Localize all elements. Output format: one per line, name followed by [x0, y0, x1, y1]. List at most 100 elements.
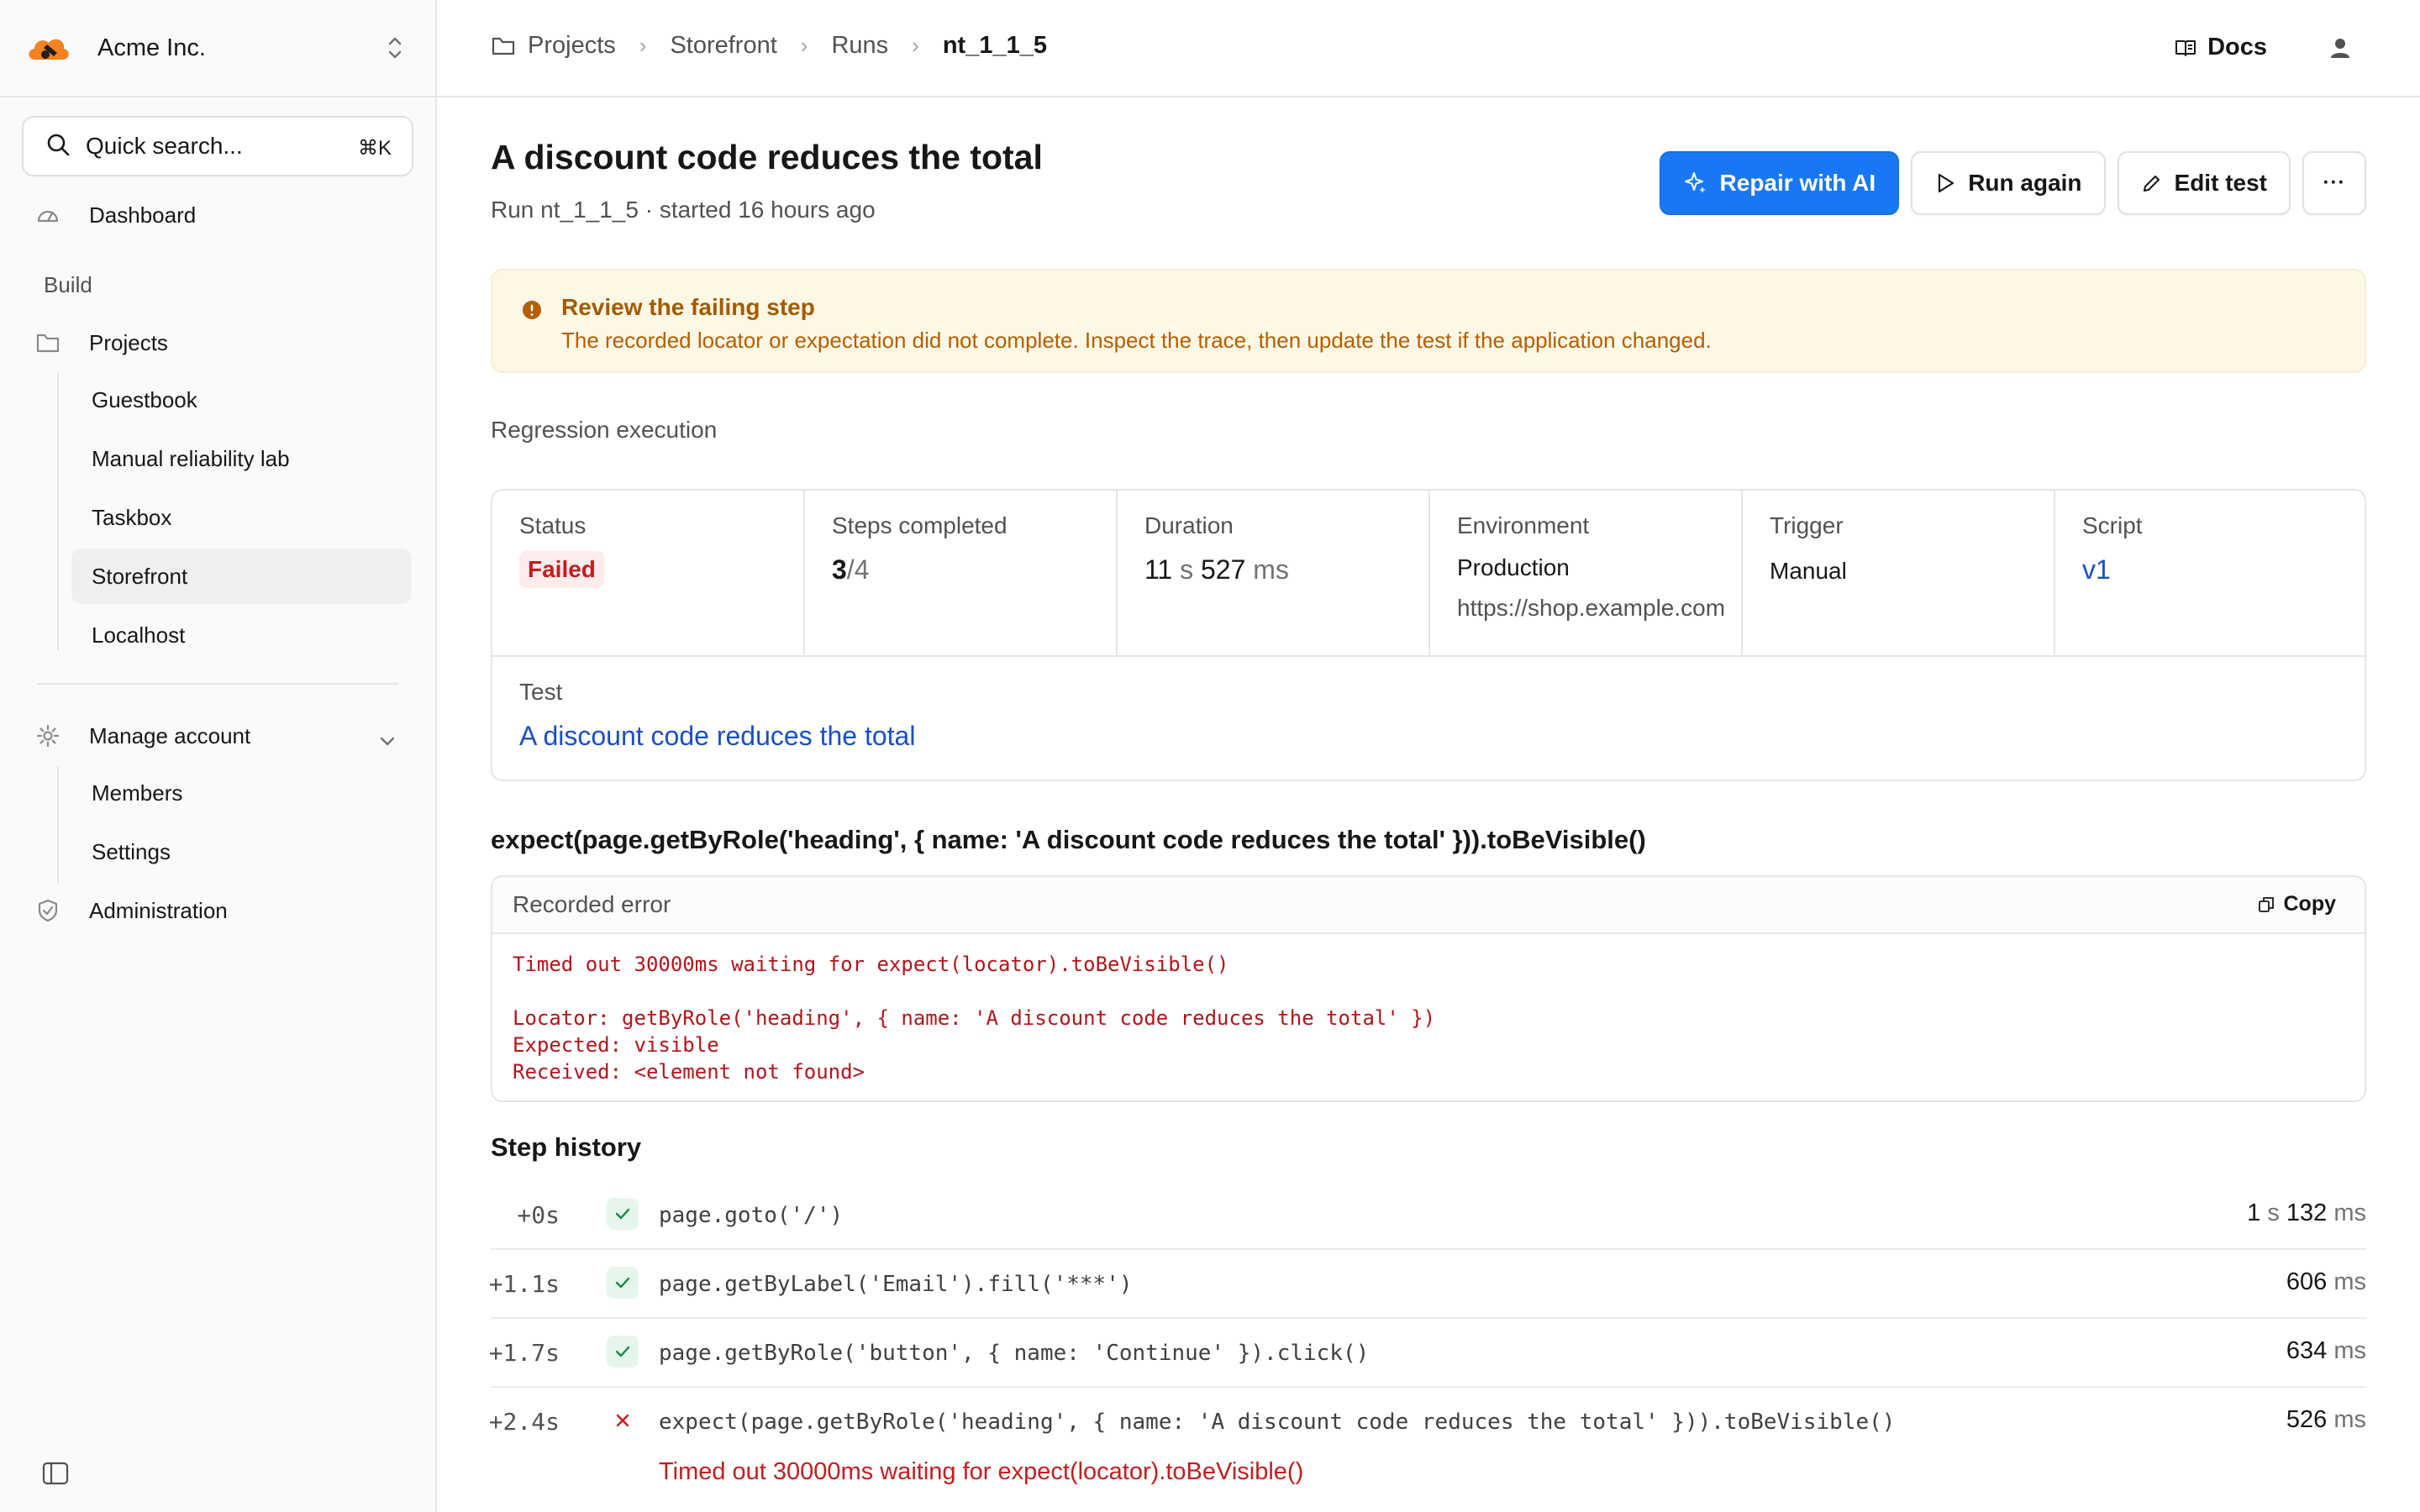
step-history-title: Step history [491, 1132, 642, 1162]
repair-label: Repair with AI [1719, 170, 1876, 196]
run-again-label: Run again [1968, 170, 2082, 196]
recorded-error-text: Timed out 30000ms waiting for expect(loc… [513, 953, 1436, 1084]
chevron-down-icon [378, 727, 397, 753]
step-code: page.getByRole('button', { name: 'Contin… [659, 1341, 1370, 1366]
breadcrumb-projects[interactable]: Projects [528, 32, 616, 60]
sidebar-item-localhost[interactable]: Localhost [71, 607, 412, 663]
alert-body: The recorded locator or expectation did … [561, 328, 1712, 353]
more-options-button[interactable]: ··· [2302, 151, 2366, 215]
section-label: Regression execution [491, 417, 718, 443]
recorded-error-panel: Recorded error Copy Timed out 30000ms wa… [491, 875, 2366, 1102]
status-label: Status [519, 512, 587, 538]
sidebar-item-administration[interactable]: Administration [35, 885, 228, 936]
sidebar-toggle-icon[interactable] [42, 1462, 69, 1489]
quick-search[interactable]: Quick search... ⌘K [22, 116, 413, 176]
step-row[interactable]: +1.7s page.getByRole('button', { name: '… [488, 1319, 2366, 1388]
step-row[interactable]: +0s page.goto('/') 1 s 132 ms [491, 1181, 2366, 1250]
step-duration-ms-unit: ms [2327, 1200, 2366, 1226]
sidebar-item-manual-reliability-lab[interactable]: Manual reliability lab [71, 431, 412, 486]
sidebar-item-guestbook[interactable]: Guestbook [71, 372, 412, 428]
book-icon [2174, 38, 2197, 58]
search-shortcut: ⌘K [357, 137, 392, 160]
summary-environment: Environment Production https://shop.exam… [1430, 491, 1743, 655]
gear-icon [35, 723, 60, 748]
step-offset: +2.4s [488, 1408, 560, 1436]
gauge-icon [35, 202, 60, 228]
run-again-button[interactable]: Run again [1911, 151, 2106, 215]
step-offset: +1.7s [488, 1339, 560, 1367]
recorded-error-header: Recorded error Copy [492, 877, 2365, 934]
step-code: expect(page.getByRole('heading', { name:… [659, 1410, 1896, 1435]
acme-logo-icon [25, 33, 72, 63]
sidebar: Acme Inc. Quick search... ⌘K Dashboard B… [0, 0, 437, 1512]
run-summary: Status Failed Steps completed 3/4 Durati… [491, 489, 2366, 781]
action-bar: Repair with AI Run again Edit test ··· [1659, 151, 2366, 215]
chevron-right-icon: › [800, 33, 808, 58]
step-code: page.goto('/') [659, 1203, 844, 1228]
step-duration-ms-unit: ms [2327, 1337, 2366, 1364]
script-version-link[interactable]: v1 [2082, 554, 2365, 585]
chevron-right-icon: › [912, 33, 919, 58]
sidebar-divider [37, 683, 398, 685]
sidebar-item-storefront[interactable]: Storefront [71, 549, 412, 604]
org-name: Acme Inc. [97, 34, 206, 61]
user-icon[interactable] [2328, 35, 2353, 65]
docs-label: Docs [2207, 34, 2267, 60]
chevron-right-icon: › [639, 33, 647, 58]
steps-value: 3/4 [832, 554, 1116, 585]
edit-test-label: Edit test [2174, 170, 2267, 196]
environment-label: Environment [1457, 512, 1590, 538]
edit-test-button[interactable]: Edit test [2117, 151, 2291, 215]
sidebar-item-label: Projects [89, 329, 168, 355]
breadcrumb-current-run: nt_1_1_5 [942, 32, 1047, 59]
sidebar-section-build: Build [44, 272, 92, 297]
status-badge: Failed [519, 551, 604, 588]
check-icon [607, 1267, 639, 1299]
sidebar-item-members[interactable]: Members [71, 765, 412, 821]
repair-with-ai-button[interactable]: Repair with AI [1659, 151, 1900, 215]
folder-icon [35, 330, 60, 355]
sidebar-item-dashboard[interactable]: Dashboard [35, 190, 196, 240]
duration-label: Duration [1144, 512, 1234, 538]
summary-script: Script v1 [2055, 491, 2365, 655]
sidebar-item-projects[interactable]: Projects [35, 318, 168, 368]
sidebar-item-manage-account[interactable]: Manage account [35, 711, 397, 761]
step-row[interactable]: +1.1s page.getByLabel('Email').fill('***… [489, 1250, 2366, 1319]
environment-url: https://shop.example.com [1457, 595, 1726, 621]
search-placeholder: Quick search... [86, 133, 243, 159]
breadcrumb-storefront[interactable]: Storefront [670, 32, 776, 60]
step-row-failed[interactable]: +2.4s expect(page.getByRole('heading', {… [488, 1388, 2366, 1512]
copy-button[interactable]: Copy [2257, 892, 2336, 916]
test-link[interactable]: A discount code reduces the total [519, 721, 2365, 752]
pencil-icon [2143, 176, 2160, 192]
sidebar-item-taskbox[interactable]: Taskbox [71, 490, 412, 545]
run-subtitle: Run nt_1_1_5 · started 16 hours ago [491, 197, 876, 223]
check-icon [607, 1198, 639, 1230]
steps-done: 3 [832, 554, 847, 585]
step-duration-s-unit: s [2260, 1200, 2286, 1226]
duration-value: 11 s 527 ms [1144, 554, 1428, 585]
failed-assertion: expect(page.getByRole('heading', { name:… [491, 825, 1646, 854]
duration-s-unit: s [1172, 554, 1201, 585]
step-duration-ms-unit: ms [2327, 1268, 2366, 1295]
check-icon [607, 1336, 639, 1368]
environment-name: Production [1457, 554, 1570, 580]
failing-step-alert: Review the failing step The recorded loc… [491, 269, 2366, 373]
docs-link[interactable]: Docs [2174, 34, 2267, 61]
sidebar-item-settings[interactable]: Settings [71, 824, 412, 879]
breadcrumb-runs[interactable]: Runs [831, 32, 888, 60]
step-code: page.getByLabel('Email').fill('***') [659, 1272, 1133, 1297]
steps-total: /4 [846, 554, 870, 585]
org-switcher[interactable]: Acme Inc. [0, 0, 435, 97]
step-duration: 1 s 132 ms [2247, 1200, 2366, 1227]
trigger-value: Manual [1770, 558, 1847, 584]
step-duration: 634 ms [2286, 1337, 2366, 1365]
x-icon [607, 1404, 639, 1436]
sidebar-item-label: Dashboard [89, 202, 197, 228]
script-label: Script [2082, 512, 2143, 538]
recorded-error-label: Recorded error [513, 891, 671, 917]
chevron-up-down-icon [387, 34, 403, 66]
sparkle-icon [1684, 172, 1706, 193]
breadcrumb: Projects › Storefront › Runs › nt_1_1_5 [491, 32, 1047, 60]
folder-icon [491, 35, 516, 57]
